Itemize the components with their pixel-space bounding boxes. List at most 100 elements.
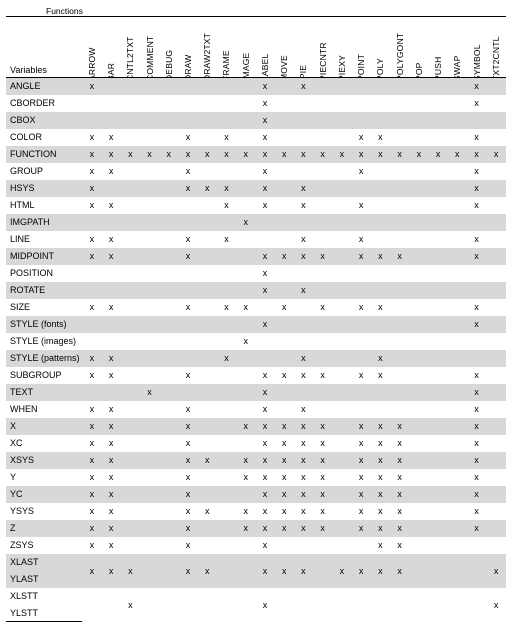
cell: [140, 95, 159, 112]
cell: x: [255, 129, 274, 146]
cell: x: [313, 486, 332, 503]
cell: [371, 333, 390, 350]
cell: x: [255, 163, 274, 180]
cell: [428, 452, 447, 469]
cell: x: [467, 452, 486, 469]
cell: [486, 520, 506, 537]
cell: x: [255, 537, 274, 554]
row-style-fonts-: STYLE (fonts)xx: [6, 316, 506, 333]
cell: [121, 333, 140, 350]
cell: [428, 129, 447, 146]
cell: [390, 384, 409, 401]
col-symbol: SYMBOL: [467, 17, 486, 78]
cell: [140, 401, 159, 418]
cell: [371, 163, 390, 180]
cell: [198, 129, 217, 146]
cell: x: [178, 503, 197, 520]
cell: x: [332, 146, 351, 163]
cell: x: [82, 231, 101, 248]
cell: x: [294, 435, 313, 452]
col-label: POLY: [375, 63, 385, 78]
cell: [159, 537, 178, 554]
cell: [178, 333, 197, 350]
cell: x: [236, 469, 255, 486]
cell: x: [486, 146, 506, 163]
cell: x: [178, 231, 197, 248]
cell: [313, 95, 332, 112]
cell: [159, 180, 178, 197]
cell: [486, 333, 506, 350]
cell: x: [294, 146, 313, 163]
cell: x: [352, 146, 371, 163]
cell: x: [371, 367, 390, 384]
cell: [390, 95, 409, 112]
col-pop: POP: [409, 17, 428, 78]
cell: [428, 248, 447, 265]
cell: x: [217, 231, 236, 248]
cell: [409, 469, 428, 486]
cell: [390, 350, 409, 367]
cell: [448, 588, 467, 622]
cell: [159, 554, 178, 588]
cell: [121, 112, 140, 129]
cell: [236, 316, 255, 333]
cell: [448, 435, 467, 452]
cell: [198, 299, 217, 316]
cell: x: [294, 248, 313, 265]
cell: x: [275, 367, 294, 384]
cell: [236, 197, 255, 214]
cell: [428, 282, 447, 299]
col-push: PUSH: [428, 17, 447, 78]
cell: [332, 469, 351, 486]
cell: [140, 350, 159, 367]
cell: x: [467, 299, 486, 316]
cell: [236, 180, 255, 197]
cell: [159, 486, 178, 503]
cell: x: [82, 146, 101, 163]
cell: x: [467, 316, 486, 333]
cell: x: [352, 452, 371, 469]
cell: [428, 214, 447, 231]
cell: x: [255, 503, 274, 520]
cell: x: [178, 554, 197, 588]
row-label: YC: [6, 486, 82, 503]
cell: x: [371, 503, 390, 520]
row-position: POSITIONx: [6, 265, 506, 282]
row-label: XLSTT: [6, 588, 82, 605]
cell: [159, 282, 178, 299]
cell: [332, 333, 351, 350]
col-label: DEBUG: [164, 63, 174, 78]
cell: x: [371, 418, 390, 435]
cell: [448, 384, 467, 401]
cell: x: [236, 146, 255, 163]
row-label: COLOR: [6, 129, 82, 146]
row-label: ROTATE: [6, 282, 82, 299]
cell: x: [178, 180, 197, 197]
cell: [178, 265, 197, 282]
col-label: POINT: [356, 63, 366, 78]
cell: [428, 554, 447, 588]
cell: [409, 401, 428, 418]
cell: [486, 435, 506, 452]
cell: [332, 282, 351, 299]
cell: [82, 214, 101, 231]
cell: [409, 78, 428, 95]
cell: x: [101, 401, 120, 418]
cell: x: [178, 401, 197, 418]
cell: [390, 316, 409, 333]
col-cntl2txt: CNTL2TXT: [121, 17, 140, 78]
cell: [275, 95, 294, 112]
cell: [217, 333, 236, 350]
cell: [294, 384, 313, 401]
cell: [332, 384, 351, 401]
cell: [486, 316, 506, 333]
cell: [159, 95, 178, 112]
col-point: POINT: [352, 17, 371, 78]
cell: [121, 486, 140, 503]
cell: x: [178, 435, 197, 452]
cell: [121, 384, 140, 401]
cell: x: [390, 554, 409, 588]
cell: [140, 180, 159, 197]
row-when: WHENxxxxxx: [6, 401, 506, 418]
cell: [332, 367, 351, 384]
